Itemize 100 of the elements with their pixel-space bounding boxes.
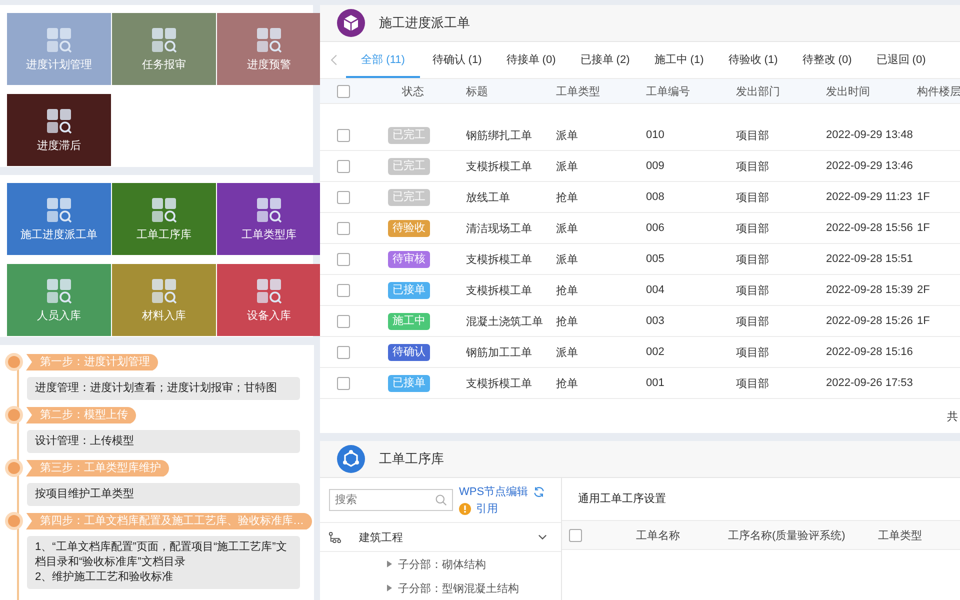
step-title: 第三步：工单类型库维护: [26, 460, 169, 476]
status-tab[interactable]: 待确认 (1): [420, 42, 494, 78]
tree-item[interactable]: 子分部：型钢混凝土结构: [320, 576, 561, 600]
table-cell-text: 派单: [556, 252, 579, 266]
step-title: 第一步：进度计划管理: [26, 354, 158, 370]
module-tile[interactable]: 工单工序库: [112, 183, 216, 255]
table-cell-text: 001: [646, 377, 666, 389]
module-tile[interactable]: 任务报审: [112, 13, 216, 85]
table-cell-text: 项目部: [736, 252, 770, 266]
column-header: 发出时间: [826, 84, 871, 98]
table-cell-text: 项目部: [736, 346, 770, 360]
checkbox[interactable]: [337, 222, 350, 234]
table-cell-text: 支模拆模工单: [466, 252, 533, 266]
grid-search-icon: [46, 26, 72, 52]
table-cell-text: 2022-09-29 13:46: [826, 160, 914, 172]
table-cell-text: 支模拆模工单: [466, 284, 533, 298]
table-cell-text: 005: [646, 253, 666, 265]
panel-title: 工单工序库: [379, 450, 444, 468]
status-tab[interactable]: 已接单 (2): [568, 42, 642, 78]
table-cell-text: 抢单: [556, 376, 579, 390]
table-cell-text: 2F: [917, 284, 931, 296]
search-field[interactable]: 搜索: [329, 489, 453, 511]
grid-search-icon: [256, 26, 282, 52]
table-cell-text: 派单: [556, 160, 579, 174]
table-cell-text: 006: [646, 222, 666, 234]
table-cell-text: 项目部: [736, 160, 770, 174]
module-tile[interactable]: 设备入库: [217, 264, 321, 336]
status-tab[interactable]: 待整改 (0): [790, 42, 864, 78]
checkbox[interactable]: [337, 190, 350, 204]
cube-icon: [337, 9, 365, 37]
table-cell-text: 钢筋绑扎工单: [466, 128, 533, 142]
step-title: 第二步：模型上传: [26, 406, 136, 424]
column-header: 状态: [401, 84, 425, 98]
module-tile[interactable]: 进度滞后: [7, 94, 111, 166]
tree-item[interactable]: 子分部：砌体结构: [320, 552, 561, 576]
table-cell-text: 混凝土浇筑工单: [466, 314, 544, 328]
timeline-dot: [8, 515, 20, 527]
step-text: 按项目维护工单类型: [35, 487, 135, 502]
module-tile[interactable]: 工单类型库: [217, 183, 321, 255]
checkbox[interactable]: [337, 84, 350, 98]
column-header: 工单类型: [878, 528, 922, 542]
grid-search-icon: [46, 108, 72, 134]
table-cell-text: 钢筋加工工单: [466, 346, 533, 360]
timeline-dot: [8, 356, 20, 368]
tree-item[interactable]: 建筑工程: [320, 523, 561, 552]
table-cell-text: 抢单: [556, 190, 579, 204]
column-header: 工序名称(质量验评系统): [728, 528, 846, 542]
step-text: 1、“工单文档库配置”页面，配置项目“施工工艺库”文档目录和“验收标准库”文档目录: [35, 540, 288, 570]
status-tab[interactable]: 待接单 (0): [494, 42, 568, 78]
grid-search-icon: [46, 196, 72, 222]
status-tab[interactable]: 已退回 (0): [864, 42, 938, 78]
checkbox[interactable]: [569, 528, 582, 542]
table-cell-text: 项目部: [736, 314, 770, 328]
column-header: 工单编号: [646, 84, 691, 98]
table-cell-text: 002: [646, 346, 666, 358]
panel-title: 施工进度派工单: [379, 14, 470, 32]
table-cell-text: 项目部: [736, 284, 770, 298]
status-tab[interactable]: 待验收 (1): [716, 42, 790, 78]
checkbox[interactable]: [337, 346, 350, 358]
caret-icon: [387, 560, 392, 568]
table-cell-text: 003: [646, 315, 666, 327]
table-cell-text: 抢单: [556, 284, 579, 298]
checkbox[interactable]: [337, 128, 350, 142]
checkbox[interactable]: [337, 314, 350, 328]
checkbox[interactable]: [337, 284, 350, 296]
table-cell-text: 2022-09-28 15:16: [826, 346, 914, 358]
wps-edit-link[interactable]: WPS节点编辑: [459, 484, 528, 499]
column-header: 标题: [466, 84, 489, 98]
grid-search-icon: [151, 196, 177, 222]
status-badge: 待验收: [388, 220, 430, 236]
chevron-icon: [538, 534, 547, 540]
module-tile[interactable]: 进度预警: [217, 13, 321, 85]
table-cell-text: 010: [646, 129, 666, 141]
grid-search-icon: [151, 26, 177, 52]
table-cell-text: 抢单: [556, 314, 579, 328]
table-cell-text: 1F: [917, 315, 931, 327]
checkbox[interactable]: [337, 376, 350, 390]
status-badge: 施工中: [388, 312, 430, 330]
hexagon-nodes-icon: [337, 445, 365, 473]
module-tile[interactable]: 施工进度派工单: [7, 183, 111, 255]
table-cell-text: 2022-09-29 13:48: [826, 129, 914, 141]
table-cell-text: 清洁现场工单: [466, 222, 533, 236]
table-cell-text: 2022-09-29 11:23: [826, 191, 914, 203]
status-tab[interactable]: 施工中 (1): [642, 42, 716, 78]
grid-search-icon: [46, 278, 72, 304]
total-count: 共: [947, 410, 958, 424]
table-cell-text: 004: [646, 284, 666, 296]
table-cell-text: 009: [646, 160, 666, 172]
cite-link[interactable]: 引用: [476, 501, 498, 516]
table-cell-text: 项目部: [736, 222, 770, 236]
step-text: 2、维护施工工艺和验收标准: [35, 570, 174, 585]
checkbox[interactable]: [337, 252, 350, 266]
grid-search-icon: [151, 278, 177, 304]
column-header: 工单名称: [636, 528, 681, 542]
table-cell-text: 支模拆模工单: [466, 160, 533, 174]
status-badge: 待确认: [388, 344, 430, 360]
table-cell-text: 项目部: [736, 376, 770, 390]
table-cell-text: 派单: [556, 222, 579, 236]
search-icon: [435, 494, 447, 506]
checkbox[interactable]: [337, 160, 350, 172]
